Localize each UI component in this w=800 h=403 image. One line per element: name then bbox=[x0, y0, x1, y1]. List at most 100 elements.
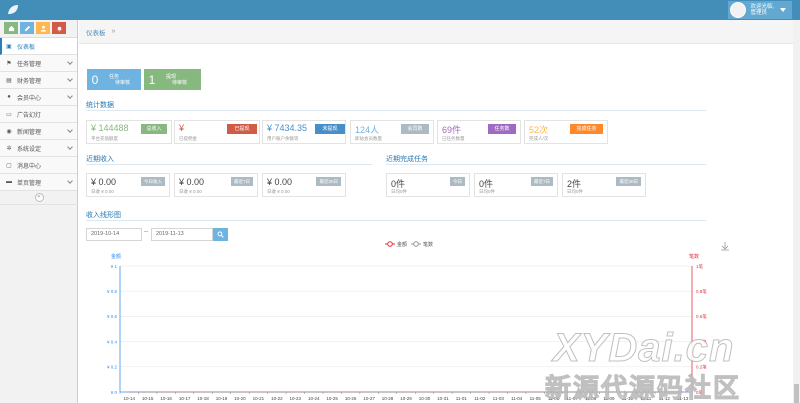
bell-icon bbox=[57, 26, 61, 32]
right-tick-label: 1笔 bbox=[696, 263, 704, 269]
sidebar-item-settings[interactable]: ✲ 系统设定 bbox=[0, 140, 77, 157]
sidebar-item-news[interactable]: ◉ 新闻管理 bbox=[0, 123, 77, 140]
caret-down-icon bbox=[780, 8, 786, 12]
sidebar-item-label: 任务管理 bbox=[17, 61, 42, 68]
home-icon bbox=[8, 25, 14, 31]
page-scrollbar[interactable] bbox=[793, 20, 800, 403]
left-tick-label: ¥ 0.2 bbox=[107, 365, 118, 370]
scrollbar-thumb[interactable] bbox=[794, 384, 799, 403]
sidebar-item-members[interactable]: ● 会员中心 bbox=[0, 89, 77, 106]
avatar bbox=[730, 2, 747, 18]
right-tick-label: 0.6笔 bbox=[696, 313, 707, 319]
page-icon: ▬ bbox=[6, 179, 12, 185]
done-card-7days: 0件 日均0件 最近7日 bbox=[474, 173, 558, 197]
income-card-30days: ¥ 0.00 日收 ¥ 0.00 最近30日 bbox=[262, 173, 346, 197]
sidebar-collapse-button[interactable]: « bbox=[0, 191, 78, 205]
x-tick-label: 10-16 bbox=[160, 396, 172, 401]
pending-withdrawals-box[interactable]: 1 提现 待审核 bbox=[144, 69, 201, 90]
stat-card-withdrawn: ¥ 已提佣金 已提现 bbox=[174, 120, 260, 144]
breadcrumb-dashboard-link[interactable]: 仪表板 bbox=[86, 27, 106, 37]
metric-label: 日均0件 bbox=[479, 189, 496, 194]
sidebar-item-messages[interactable]: ▢ 消息中心 bbox=[0, 157, 77, 174]
users-icon bbox=[40, 25, 46, 32]
home-shortcut-button[interactable] bbox=[4, 22, 18, 34]
right-tick-label: 0.8笔 bbox=[696, 288, 707, 294]
chevron-down-icon bbox=[67, 93, 73, 99]
sidebar-item-label: 广告幻灯 bbox=[17, 112, 42, 119]
left-tick-label: ¥ 1 bbox=[111, 264, 118, 269]
username: 管理员 bbox=[750, 10, 767, 16]
breadcrumb-separator: » bbox=[111, 28, 116, 35]
income-section-title: 近期收入 bbox=[86, 156, 114, 163]
sidebar-item-dashboard[interactable]: ▣ 仪表板 bbox=[0, 38, 77, 55]
left-tick-label: ¥ 0.8 bbox=[107, 289, 118, 294]
legend-label: 笔数 bbox=[423, 241, 433, 248]
x-tick-label: 10-26 bbox=[345, 396, 357, 401]
stat-badge: 未提现 bbox=[315, 124, 345, 134]
section-divider bbox=[86, 220, 706, 221]
left-axis-title: 金额 bbox=[111, 253, 121, 260]
x-tick-label: 10-28 bbox=[382, 396, 394, 401]
metric-label: 日收 ¥ 0.00 bbox=[267, 189, 290, 194]
metric-label: 日均0件 bbox=[391, 189, 408, 194]
chart-section-title: 收入线形图 bbox=[86, 212, 121, 219]
leaf-logo-icon[interactable] bbox=[6, 3, 20, 17]
sidebar-item-pages[interactable]: ▬ 单页管理 bbox=[0, 174, 77, 191]
x-tick-label: 10-19 bbox=[216, 396, 228, 401]
chevron-down-icon bbox=[67, 76, 73, 82]
sidebar-item-finance[interactable]: ▤ 财务管理 bbox=[0, 72, 77, 89]
stat-label: 已任务数量 bbox=[442, 136, 465, 141]
stat-label: 完成人/次 bbox=[529, 136, 549, 141]
metric-label: 日收 ¥ 0.00 bbox=[91, 189, 114, 194]
stat-card-members: 124人 即站会员数量 会员数 bbox=[350, 120, 434, 144]
x-tick-label: 10-22 bbox=[271, 396, 283, 401]
pending-tasks-box[interactable]: 0 任务 待审核 bbox=[87, 69, 141, 90]
bell-shortcut-button[interactable] bbox=[52, 22, 66, 34]
download-icon bbox=[721, 242, 729, 251]
sidebar-item-label: 仪表板 bbox=[17, 44, 36, 51]
left-tick-label: ¥ 0 bbox=[111, 390, 118, 395]
sidebar-item-label: 系统设定 bbox=[17, 146, 42, 153]
date-range-separator: -- bbox=[144, 229, 148, 235]
search-icon bbox=[217, 231, 224, 238]
users-shortcut-button[interactable] bbox=[36, 22, 50, 34]
sidebar-item-label: 单页管理 bbox=[17, 180, 42, 187]
metric-badge: 今日收入 bbox=[141, 177, 165, 186]
sidebar-item-ads[interactable]: ▭ 广告幻灯 bbox=[0, 106, 77, 123]
pencil-shortcut-button[interactable] bbox=[20, 22, 34, 34]
metric-label: 日均0件 bbox=[567, 189, 584, 194]
dashboard-icon: ▣ bbox=[6, 43, 12, 50]
sidebar-item-label: 消息中心 bbox=[17, 163, 42, 170]
image-icon: ▭ bbox=[6, 111, 12, 118]
left-tick-label: ¥ 0.6 bbox=[107, 314, 118, 319]
news-icon: ◉ bbox=[6, 128, 12, 135]
stat-label: 即站会员数量 bbox=[355, 136, 382, 141]
stat-value: ¥ bbox=[179, 123, 185, 133]
watermark-text: XYDai.cn bbox=[552, 326, 735, 371]
user-menu[interactable]: 欢迎光临, 管理员 bbox=[728, 1, 792, 19]
done-card-today: 0件 日均0件 今日 bbox=[386, 173, 470, 197]
stat-card-not-withdrawn: ¥ 7434.35 用户账户余额等 未提现 bbox=[262, 120, 346, 144]
metric-label: 日收 ¥ 0.00 bbox=[179, 189, 202, 194]
shortcut-buttons bbox=[0, 20, 77, 38]
x-tick-label: 10-21 bbox=[253, 396, 265, 401]
breadcrumb: 仪表板 » bbox=[79, 20, 800, 44]
right-axis-title: 笔数 bbox=[689, 253, 699, 260]
x-tick-label: 10-29 bbox=[400, 396, 412, 401]
top-navbar: 欢迎光临, 管理员 bbox=[0, 0, 800, 20]
message-icon: ▢ bbox=[6, 162, 12, 169]
left-tick-label: ¥ 0.4 bbox=[107, 339, 118, 344]
stat-label: 用户账户余额等 bbox=[267, 136, 299, 141]
section-divider bbox=[86, 110, 706, 111]
x-tick-label: 11-04 bbox=[511, 396, 523, 401]
sidebar-item-tasks[interactable]: ⚑ 任务管理 bbox=[0, 55, 77, 72]
flag-icon: ⚑ bbox=[6, 60, 12, 67]
x-tick-label: 10-30 bbox=[419, 396, 431, 401]
metric-badge: 最近7日 bbox=[530, 177, 553, 186]
stat-value: ¥ 7434.35 bbox=[267, 123, 308, 133]
x-tick-label: 10-18 bbox=[197, 396, 209, 401]
x-tick-label: 10-17 bbox=[179, 396, 191, 401]
x-tick-label: 10-20 bbox=[234, 396, 246, 401]
pending-withdrawals-count: 1 bbox=[148, 72, 156, 87]
watermark-subtext: 新源代源码社区 bbox=[544, 373, 742, 403]
